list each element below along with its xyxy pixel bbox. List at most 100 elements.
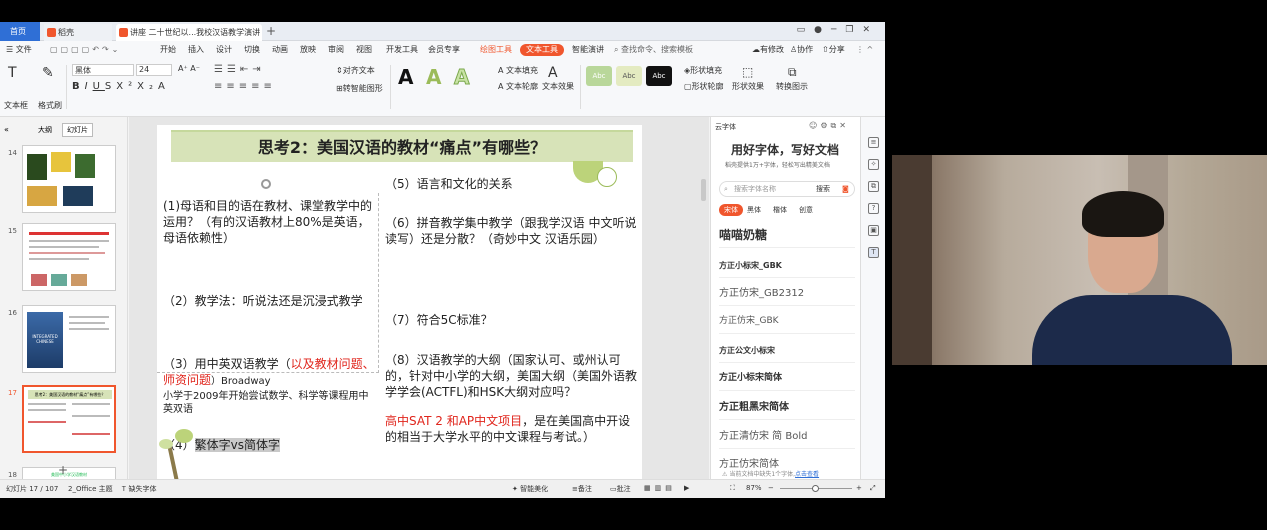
font-search-button[interactable]: 搜索 xyxy=(816,182,830,196)
help-icon[interactable]: ? xyxy=(868,203,879,214)
rotate-handle-icon[interactable] xyxy=(261,179,271,189)
menu-text-tools[interactable]: 文本工具 xyxy=(520,44,564,56)
shape-effect-label[interactable]: 形状效果 xyxy=(732,81,764,92)
category-heiti[interactable]: 黑体 xyxy=(747,205,761,215)
more-menu-icon[interactable]: ⋮ ^ xyxy=(856,44,873,56)
shape-fill-button[interactable]: ◈形状填充 xyxy=(684,65,722,76)
convert-demo-icon[interactable]: ⧉ xyxy=(788,65,797,80)
copy-icon[interactable]: ⧉ xyxy=(868,181,879,192)
menu-review[interactable]: 审阅 xyxy=(328,44,344,56)
font-grow-shrink-icons[interactable]: A⁺ A⁻ xyxy=(178,64,200,73)
view-mode-icons[interactable]: ▦▥▤ xyxy=(644,484,676,492)
shape-effect-icon[interactable]: ⬚ xyxy=(742,65,753,79)
zoom-in-button[interactable]: + xyxy=(856,484,862,492)
convert-demo-label[interactable]: 转换图示 xyxy=(776,81,808,92)
share-button[interactable]: ⇧分享 xyxy=(822,44,845,56)
align-text-button[interactable]: ⇕对齐文本 xyxy=(336,65,375,76)
font-item[interactable]: 方正清仿宋 简 Bold xyxy=(719,424,855,449)
new-tab-button[interactable]: + xyxy=(266,24,276,38)
slide-thumbnail-17-selected[interactable]: 思考2：美国汉语的教材“痛点”有哪些？ xyxy=(22,385,116,453)
comments-button[interactable]: ▭批注 xyxy=(610,484,631,494)
text-effect-label[interactable]: 文本效果 xyxy=(542,81,574,92)
menu-design[interactable]: 设计 xyxy=(216,44,232,56)
font-item[interactable]: 方正仿宋_GBK xyxy=(719,309,855,334)
modified-indicator[interactable]: ☁有修改 xyxy=(752,44,784,56)
image-icon[interactable]: ▣ xyxy=(868,225,879,236)
tab-home[interactable]: 首页 xyxy=(0,22,40,41)
menu-developer[interactable]: 开发工具 xyxy=(386,44,418,56)
tab-document[interactable]: 讲座 二十世纪以...我校汉语教学演讲 xyxy=(116,24,262,41)
panel-header-icons[interactable]: ☺⚙⧉✕ xyxy=(809,121,849,131)
missing-font-button[interactable]: Ꭲ 缺失字体 xyxy=(122,484,156,494)
font-style-buttons[interactable]: BIUSX²X₂A xyxy=(72,81,170,92)
close-button[interactable]: ✕ xyxy=(862,25,879,35)
command-search[interactable]: ⌕ 查找命令、搜索模板 xyxy=(614,44,693,56)
slide-17[interactable]: 思考2：美国汉语的教材“痛点”有哪些？ (1)母语和目的语在教材、课堂教学中的运… xyxy=(157,125,642,497)
text-fill-button[interactable]: A 文本填充 xyxy=(498,65,538,76)
font-icon[interactable]: T xyxy=(868,247,879,258)
pin-icon[interactable]: ✧ xyxy=(868,159,879,170)
text-outline-button[interactable]: A 文本轮廓 xyxy=(498,81,538,92)
category-songti[interactable]: 宋体 xyxy=(719,204,743,216)
font-search-input[interactable]: ⌕ 搜索字体名称 搜索 ◙ xyxy=(719,181,855,197)
canvas-scrollbar[interactable] xyxy=(701,179,706,201)
slide-thumbnail-14[interactable] xyxy=(22,145,116,213)
paragraph-align-icons[interactable]: ≡≡≡≡≡ xyxy=(214,81,276,92)
layout-icon[interactable]: ▭ xyxy=(797,25,815,35)
zoom-level[interactable]: 87% xyxy=(746,484,762,492)
settings-icon[interactable]: ≡ xyxy=(868,137,879,148)
format-painter-label[interactable]: 格式刷 xyxy=(38,100,62,111)
menu-home[interactable]: 开始 xyxy=(160,44,176,56)
menu-smart-speech[interactable]: 智能演讲 xyxy=(572,44,604,56)
font-size-select[interactable]: 24 xyxy=(136,64,172,76)
category-creative[interactable]: 创意 xyxy=(799,205,813,215)
format-painter-icon[interactable]: ✎ xyxy=(42,65,54,81)
collapse-panel-icon[interactable]: « xyxy=(4,125,9,134)
text-style-outline[interactable]: A xyxy=(453,65,470,90)
text-style-green[interactable]: A xyxy=(426,65,441,89)
slide-title-box[interactable]: 思考2：美国汉语的教材“痛点”有哪些？ xyxy=(171,130,633,162)
avatar[interactable]: ● xyxy=(814,25,831,35)
menu-file[interactable]: ☰ 文件 xyxy=(6,44,32,56)
expand-icon[interactable]: ⤢ xyxy=(870,484,876,493)
zoom-out-button[interactable]: − xyxy=(768,484,774,492)
shape-style-green[interactable]: Abc xyxy=(586,66,612,86)
menu-member[interactable]: 会员专享 xyxy=(428,44,460,56)
menu-view[interactable]: 视图 xyxy=(356,44,372,56)
notes-button[interactable]: ≡备注 xyxy=(572,484,592,494)
textbox-label[interactable]: 文本框 xyxy=(4,100,28,111)
view-missing-fonts-link[interactable]: 点击查看 xyxy=(795,471,819,478)
add-slide-button[interactable]: + xyxy=(58,463,68,477)
menu-drawing-tools[interactable]: 绘图工具 xyxy=(480,44,512,56)
font-item[interactable]: 方正小标宋简体 xyxy=(719,366,855,391)
convert-smartart-button[interactable]: ⊞转智能图形 xyxy=(336,83,383,94)
tab-slides[interactable]: 幻灯片 xyxy=(62,123,93,137)
font-item[interactable]: 方正仿宋_GB2312 xyxy=(719,281,855,306)
menu-slideshow[interactable]: 放映 xyxy=(300,44,316,56)
quick-access-icons[interactable]: ▢▢▢▢↶↷⌄ xyxy=(50,44,121,56)
restore-button[interactable]: ❐ xyxy=(845,25,862,35)
minimize-button[interactable]: ─ xyxy=(831,25,845,35)
camera-icon[interactable]: ◙ xyxy=(842,182,849,196)
tab-outline[interactable]: 大纲 xyxy=(38,125,52,135)
play-icon[interactable]: ▶ xyxy=(684,484,689,492)
menu-transition[interactable]: 切换 xyxy=(244,44,260,56)
shape-style-light[interactable]: Abc xyxy=(616,66,642,86)
zoom-slider-handle[interactable] xyxy=(812,485,819,492)
collaborate-button[interactable]: ♙协作 xyxy=(790,44,813,56)
shape-style-black[interactable]: Abc xyxy=(646,66,672,86)
font-item[interactable]: 方正粗黑宋简体 xyxy=(719,395,855,420)
shape-outline-button[interactable]: ▢形状轮廓 xyxy=(684,81,724,92)
menu-animation[interactable]: 动画 xyxy=(272,44,288,56)
textbox-icon[interactable]: T xyxy=(8,65,17,81)
font-name-select[interactable]: 黑体 xyxy=(72,64,134,76)
category-kaiti[interactable]: 楷体 xyxy=(773,205,787,215)
font-item[interactable]: 喵喵奶糖 xyxy=(719,223,855,248)
tab-docer[interactable]: 稻壳 xyxy=(44,24,112,41)
text-effect-icon[interactable]: A xyxy=(548,65,558,81)
slide-thumbnail-16[interactable]: INTEGRATED CHINESE xyxy=(22,305,116,373)
list-icons[interactable]: ☰☰⇤⇥ xyxy=(214,64,265,75)
font-item[interactable]: 方正小标宋_GBK xyxy=(719,253,855,278)
menu-insert[interactable]: 插入 xyxy=(188,44,204,56)
slide-thumbnail-15[interactable] xyxy=(22,223,116,291)
